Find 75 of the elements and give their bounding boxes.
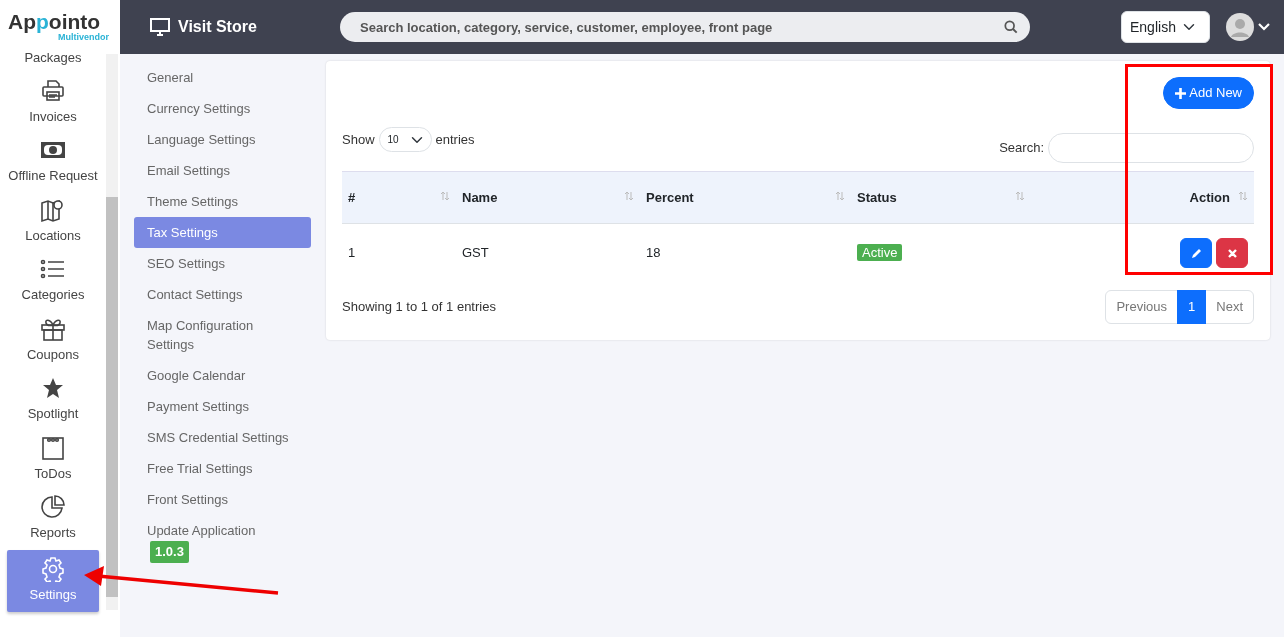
settings-menu-item[interactable]: Free Trial Settings xyxy=(134,453,311,484)
sidebar-label: Settings xyxy=(29,585,77,604)
settings-menu-item[interactable]: SMS Credential Settings xyxy=(134,422,311,453)
show-label: Show xyxy=(342,130,375,149)
pagination-link[interactable]: 1 xyxy=(1177,290,1207,324)
column-header[interactable]: Action xyxy=(1031,171,1254,224)
settings-menu-item[interactable]: Google Calendar xyxy=(134,360,311,391)
sidebar-item[interactable]: Offline Request xyxy=(7,133,99,189)
column-header[interactable]: Percent xyxy=(640,171,851,224)
scrollbar[interactable] xyxy=(106,54,118,610)
version-badge: 1.0.3 xyxy=(150,541,189,563)
table-cell: 1 xyxy=(342,223,456,282)
sidebar-item[interactable]: Settings xyxy=(7,549,99,612)
sidebar-label: Coupons xyxy=(26,345,79,364)
add-new-button[interactable]: Add New xyxy=(1163,77,1254,109)
settings-menu-item[interactable]: Contact Settings xyxy=(134,279,311,310)
settings-icon xyxy=(40,555,66,582)
pie-chart-icon xyxy=(40,494,66,520)
pagination-link[interactable]: Previous xyxy=(1105,290,1179,324)
settings-menu-item[interactable]: General xyxy=(134,62,311,93)
sidebar-item[interactable]: Reports xyxy=(7,490,99,546)
plus-icon xyxy=(1175,88,1187,100)
notepad-icon xyxy=(40,434,66,461)
avatar-icon xyxy=(1226,13,1254,41)
visit-store-link[interactable]: Visit Store xyxy=(150,15,340,39)
page-size-select[interactable]: 10 xyxy=(378,127,432,152)
sidebar-item[interactable]: Categories xyxy=(7,252,99,308)
sidebar-label: Categories xyxy=(21,286,85,304)
sidebar-item[interactable]: Packages xyxy=(7,48,99,68)
search-icon xyxy=(1004,20,1018,34)
sidebar-item[interactable]: Spotlight xyxy=(7,371,99,427)
sidebar-label: Packages xyxy=(24,49,82,67)
status-badge: Active xyxy=(857,244,903,262)
sidebar-item[interactable]: Locations xyxy=(7,192,99,248)
sidebar-item[interactable]: Invoices xyxy=(7,73,99,129)
table-cell: GST xyxy=(456,223,640,282)
sidebar-item[interactable]: ToDos xyxy=(7,430,99,486)
pencil-icon xyxy=(1190,247,1202,259)
search-field[interactable]: Search location, category, service, customer, employee, front page xyxy=(340,12,1030,42)
close-icon xyxy=(1227,248,1237,258)
table-info: Showing 1 to 1 of 1 entries xyxy=(342,298,496,316)
settings-menu-item[interactable]: Currency Settings xyxy=(134,93,311,124)
settings-menu-item[interactable]: Payment Settings xyxy=(134,391,311,422)
sidebar-item[interactable]: Coupons xyxy=(7,311,99,367)
column-header[interactable]: Status xyxy=(851,171,1031,224)
delete-button[interactable] xyxy=(1216,238,1248,268)
edit-button[interactable] xyxy=(1180,238,1212,268)
table-search-field[interactable] xyxy=(1048,132,1254,163)
column-header[interactable]: # xyxy=(342,171,456,224)
caret-icon xyxy=(1258,23,1270,31)
sidebar-label: Offline Request xyxy=(8,167,98,185)
settings-menu-item[interactable]: Tax Settings xyxy=(134,217,311,248)
settings-menu-item[interactable]: Map Configuration Settings xyxy=(134,310,311,360)
settings-menu-item[interactable]: Theme Settings xyxy=(134,186,311,217)
settings-menu-item[interactable]: Language Settings xyxy=(134,124,311,155)
monitor-icon xyxy=(150,18,170,36)
table-cell: 18 xyxy=(640,223,851,282)
user-menu[interactable] xyxy=(1226,13,1270,41)
settings-menu-item[interactable]: Front Settings xyxy=(134,484,311,515)
settings-menu-item[interactable]: SEO Settings xyxy=(134,248,311,279)
entries-label: entries xyxy=(435,130,475,149)
logo-name: Appointo xyxy=(8,11,101,33)
sidebar-label: Spotlight xyxy=(27,405,79,423)
settings-menu-item[interactable]: Email Settings xyxy=(134,155,311,186)
printer-icon xyxy=(40,77,66,104)
sidebar-label: ToDos xyxy=(34,464,72,483)
logo-tagline: Multivendor xyxy=(58,32,110,43)
sidebar-label: Reports xyxy=(30,524,76,542)
column-header[interactable]: Name xyxy=(456,171,640,224)
language-select[interactable]: English xyxy=(1121,11,1210,43)
settings-menu-item[interactable]: Update Application xyxy=(134,515,311,540)
sidebar-label: Locations xyxy=(25,226,81,245)
sidebar-label: Invoices xyxy=(29,107,77,126)
search-label: Search: xyxy=(999,138,1044,157)
pagination-link[interactable]: Next xyxy=(1205,290,1254,324)
